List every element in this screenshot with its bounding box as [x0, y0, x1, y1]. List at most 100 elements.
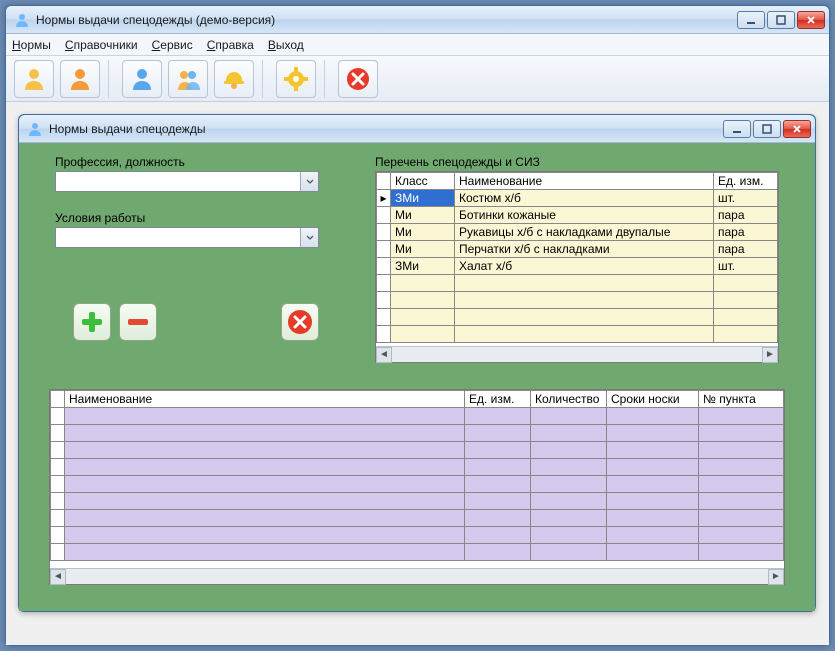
cell[interactable] — [714, 309, 778, 326]
cell[interactable] — [607, 442, 699, 459]
cell[interactable] — [699, 493, 784, 510]
maximize-button[interactable] — [767, 11, 795, 29]
cell[interactable] — [465, 459, 531, 476]
cell[interactable] — [465, 544, 531, 561]
cell[interactable] — [65, 425, 465, 442]
table-row[interactable]: ЗМиХалат х/бшт. — [377, 258, 778, 275]
cell[interactable]: шт. — [714, 258, 778, 275]
table-row[interactable] — [51, 459, 784, 476]
cell[interactable] — [455, 275, 714, 292]
cell[interactable] — [465, 425, 531, 442]
cell[interactable]: Ботинки кожаные — [455, 207, 714, 224]
cell[interactable] — [607, 408, 699, 425]
table-row[interactable] — [377, 326, 778, 343]
table-row[interactable]: МиПерчатки х/б с накладкамипара — [377, 241, 778, 258]
norms-grid[interactable]: Наименование Ед. изм. Количество Сроки н… — [49, 389, 785, 585]
cell[interactable]: Рукавицы х/б с накладками двупалые — [455, 224, 714, 241]
cell[interactable]: Костюм х/б — [455, 190, 714, 207]
cell[interactable] — [65, 493, 465, 510]
cell[interactable] — [531, 425, 607, 442]
scroll-left-icon[interactable]: ◄ — [376, 347, 392, 363]
table-row[interactable] — [51, 425, 784, 442]
cell[interactable] — [455, 326, 714, 343]
cell[interactable] — [391, 275, 455, 292]
minimize-button[interactable] — [737, 11, 765, 29]
table-row[interactable] — [51, 408, 784, 425]
child-titlebar[interactable]: Нормы выдачи спецодежды — [19, 115, 815, 143]
table-row[interactable]: МиРукавицы х/б с накладками двупалыепара — [377, 224, 778, 241]
table-row[interactable] — [377, 275, 778, 292]
menu-normy[interactable]: Нормы — [12, 38, 51, 52]
cell[interactable]: Халат х/б — [455, 258, 714, 275]
cell[interactable]: шт. — [714, 190, 778, 207]
cell[interactable]: пара — [714, 224, 778, 241]
cell[interactable]: ЗМи — [391, 190, 455, 207]
cell[interactable] — [391, 309, 455, 326]
cancel-button[interactable] — [281, 303, 319, 341]
items-table[interactable]: Класс Наименование Ед. изм. ▸ЗМиКостюм х… — [376, 172, 778, 343]
table-row[interactable] — [51, 527, 784, 544]
toolbar-hardhat-button[interactable] — [214, 60, 254, 98]
cell[interactable] — [699, 527, 784, 544]
conditions-input[interactable] — [56, 228, 300, 247]
cell[interactable] — [531, 544, 607, 561]
scroll-left-icon[interactable]: ◄ — [50, 569, 66, 585]
cell[interactable] — [65, 442, 465, 459]
cell[interactable] — [465, 476, 531, 493]
add-button[interactable] — [73, 303, 111, 341]
close-button[interactable] — [797, 11, 825, 29]
scroll-right-icon[interactable]: ► — [768, 569, 784, 585]
child-maximize-button[interactable] — [753, 120, 781, 138]
table-row[interactable] — [377, 292, 778, 309]
cell[interactable]: Ми — [391, 241, 455, 258]
profession-input[interactable] — [56, 172, 300, 191]
cell[interactable] — [465, 527, 531, 544]
cell[interactable] — [714, 326, 778, 343]
conditions-dropdown-button[interactable] — [300, 228, 318, 247]
menu-servis[interactable]: Сервис — [152, 38, 193, 52]
cell[interactable] — [607, 476, 699, 493]
cell[interactable] — [699, 476, 784, 493]
norms-col-number[interactable]: № пункта — [699, 391, 784, 408]
cell[interactable] — [65, 476, 465, 493]
cell[interactable] — [455, 292, 714, 309]
cell[interactable] — [465, 408, 531, 425]
table-row[interactable] — [51, 493, 784, 510]
table-row[interactable]: МиБотинки кожаныепара — [377, 207, 778, 224]
items-col-name[interactable]: Наименование — [455, 173, 714, 190]
cell[interactable] — [65, 510, 465, 527]
cell[interactable] — [714, 292, 778, 309]
toolbar-group-button[interactable] — [168, 60, 208, 98]
cell[interactable]: пара — [714, 241, 778, 258]
table-row[interactable]: ▸ЗМиКостюм х/бшт. — [377, 190, 778, 207]
norms-col-unit[interactable]: Ед. изм. — [465, 391, 531, 408]
table-row[interactable] — [51, 510, 784, 527]
cell[interactable]: ЗМи — [391, 258, 455, 275]
cell[interactable] — [65, 459, 465, 476]
toolbar-user2-button[interactable] — [60, 60, 100, 98]
cell[interactable] — [531, 476, 607, 493]
cell[interactable] — [699, 442, 784, 459]
cell[interactable] — [607, 459, 699, 476]
cell[interactable] — [607, 425, 699, 442]
cell[interactable] — [455, 309, 714, 326]
cell[interactable] — [531, 442, 607, 459]
norms-col-name[interactable]: Наименование — [65, 391, 465, 408]
cell[interactable] — [531, 408, 607, 425]
items-hscroll[interactable]: ◄ ► — [376, 346, 778, 362]
cell[interactable] — [465, 442, 531, 459]
cell[interactable] — [607, 510, 699, 527]
profession-combo[interactable] — [55, 171, 319, 192]
table-row[interactable] — [377, 309, 778, 326]
table-row[interactable] — [51, 544, 784, 561]
menu-spravochniki[interactable]: Справочники — [65, 38, 138, 52]
cell[interactable] — [699, 425, 784, 442]
cell[interactable]: Перчатки х/б с накладками — [455, 241, 714, 258]
cell[interactable] — [391, 292, 455, 309]
cell[interactable] — [65, 544, 465, 561]
toolbar-user3-button[interactable] — [122, 60, 162, 98]
norms-col-period[interactable]: Сроки носки — [607, 391, 699, 408]
cell[interactable]: Ми — [391, 207, 455, 224]
profession-dropdown-button[interactable] — [300, 172, 318, 191]
cell[interactable] — [699, 408, 784, 425]
